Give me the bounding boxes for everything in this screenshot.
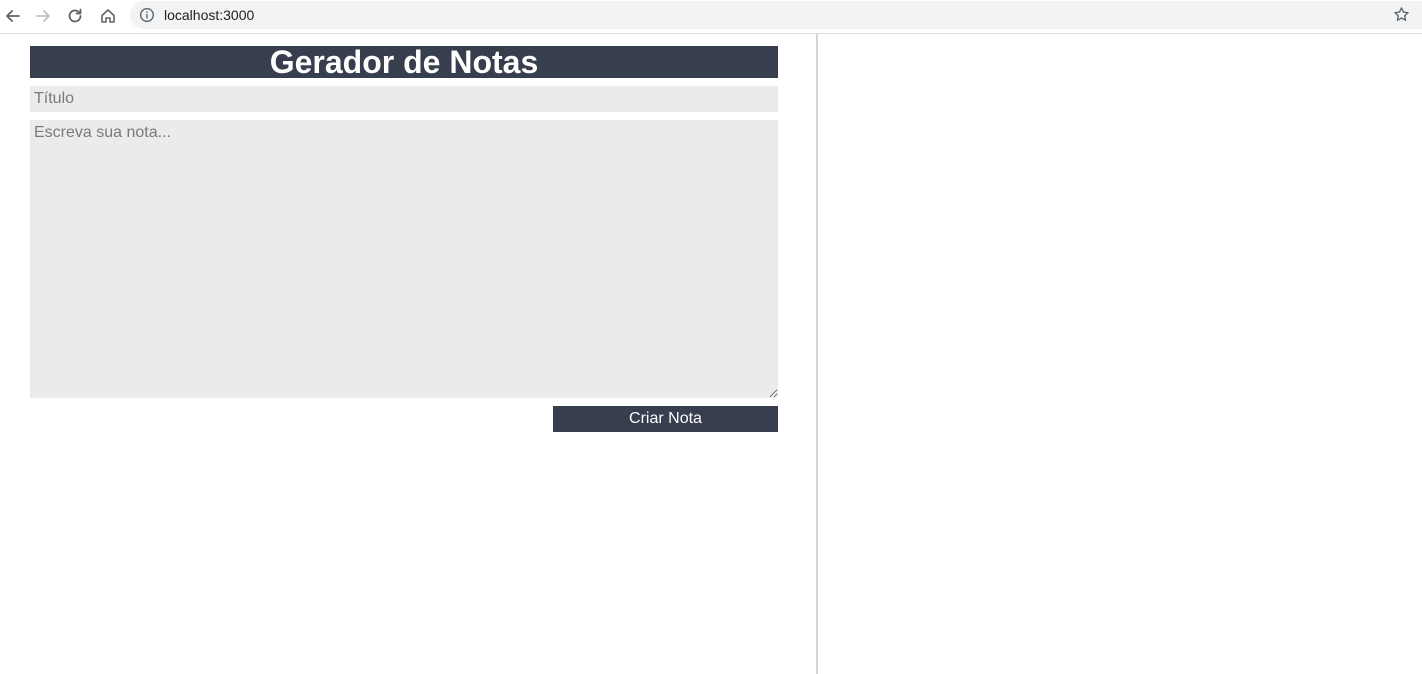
url-text[interactable]: localhost:3000 (164, 7, 254, 23)
notes-list-panel (820, 34, 1422, 674)
title-input[interactable] (30, 86, 778, 112)
arrow-left-icon (6, 10, 20, 22)
note-textarea[interactable] (30, 120, 778, 398)
create-note-button[interactable]: Criar Nota (553, 406, 778, 432)
star-icon[interactable] (1393, 6, 1410, 23)
note-editor-panel: Gerador de Notas Criar Nota (0, 34, 818, 674)
arrow-right-icon (36, 10, 50, 22)
home-icon (101, 9, 115, 23)
page-title: Gerador de Notas (30, 46, 778, 78)
browser-toolbar: localhost:3000 (0, 0, 1422, 34)
back-button[interactable] (0, 3, 26, 29)
home-button[interactable] (95, 3, 121, 29)
info-icon[interactable] (139, 7, 155, 23)
address-bar[interactable]: localhost:3000 (130, 1, 1422, 29)
forward-button[interactable] (30, 3, 56, 29)
reload-button[interactable] (62, 3, 88, 29)
reload-icon (68, 8, 82, 23)
